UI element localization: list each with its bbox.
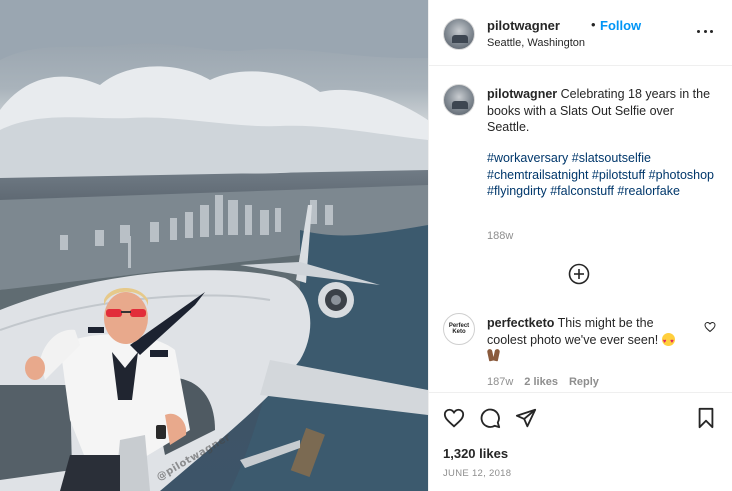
comment: perfectketo This might be the coolest ph… — [487, 315, 691, 365]
heart-eyes-emoji-icon — [661, 332, 675, 350]
comment-like-heart-icon[interactable] — [704, 321, 716, 333]
post-date: JUNE 12, 2018 — [443, 468, 512, 479]
reply-button[interactable]: Reply — [569, 376, 599, 388]
location-link[interactable]: Seattle, Washington — [487, 37, 585, 49]
caption-username[interactable]: pilotwagner — [487, 87, 557, 101]
author-avatar[interactable] — [443, 18, 475, 50]
caption-avatar[interactable] — [443, 84, 475, 116]
send-icon[interactable] — [515, 407, 537, 429]
caption-age: 188w — [487, 230, 514, 242]
commenter-avatar[interactable]: Perfect Keto — [443, 313, 475, 345]
photo-illustration — [0, 0, 428, 491]
post-side-panel: pilotwagner • Follow Seattle, Washington… — [428, 0, 732, 491]
post-caption: pilotwagner Celebrating 18 years in the … — [487, 86, 719, 136]
more-options-icon[interactable] — [697, 28, 713, 34]
heart-icon[interactable] — [443, 407, 465, 429]
comment-icon[interactable] — [479, 407, 501, 429]
caption-hashtags[interactable]: #workaversary #slatsoutselfie #chemtrail… — [487, 150, 723, 200]
action-bar: 1,320 likes JUNE 12, 2018 — [429, 392, 732, 491]
raised-hands-emoji-icon — [487, 349, 500, 362]
likes-count[interactable]: 1,320 likes — [443, 446, 508, 461]
comment-username[interactable]: perfectketo — [487, 316, 554, 330]
post-dialog: @pilotwagner pilotwagner • Follow Seattl… — [0, 0, 732, 491]
separator-dot: • — [591, 17, 596, 32]
post-header: pilotwagner • Follow Seattle, Washington — [429, 0, 732, 66]
follow-button[interactable]: Follow — [600, 18, 641, 33]
plus-circle-icon[interactable] — [568, 263, 590, 285]
commenter-avatar-text: Perfect Keto — [448, 323, 470, 335]
comment-age: 187w — [487, 376, 514, 388]
author-username[interactable]: pilotwagner — [487, 18, 560, 33]
comment-meta: 187w 2 likes Reply — [487, 376, 599, 388]
post-photo[interactable]: @pilotwagner — [0, 0, 428, 491]
comment-likes[interactable]: 2 likes — [524, 376, 558, 388]
bookmark-icon[interactable] — [695, 407, 717, 429]
